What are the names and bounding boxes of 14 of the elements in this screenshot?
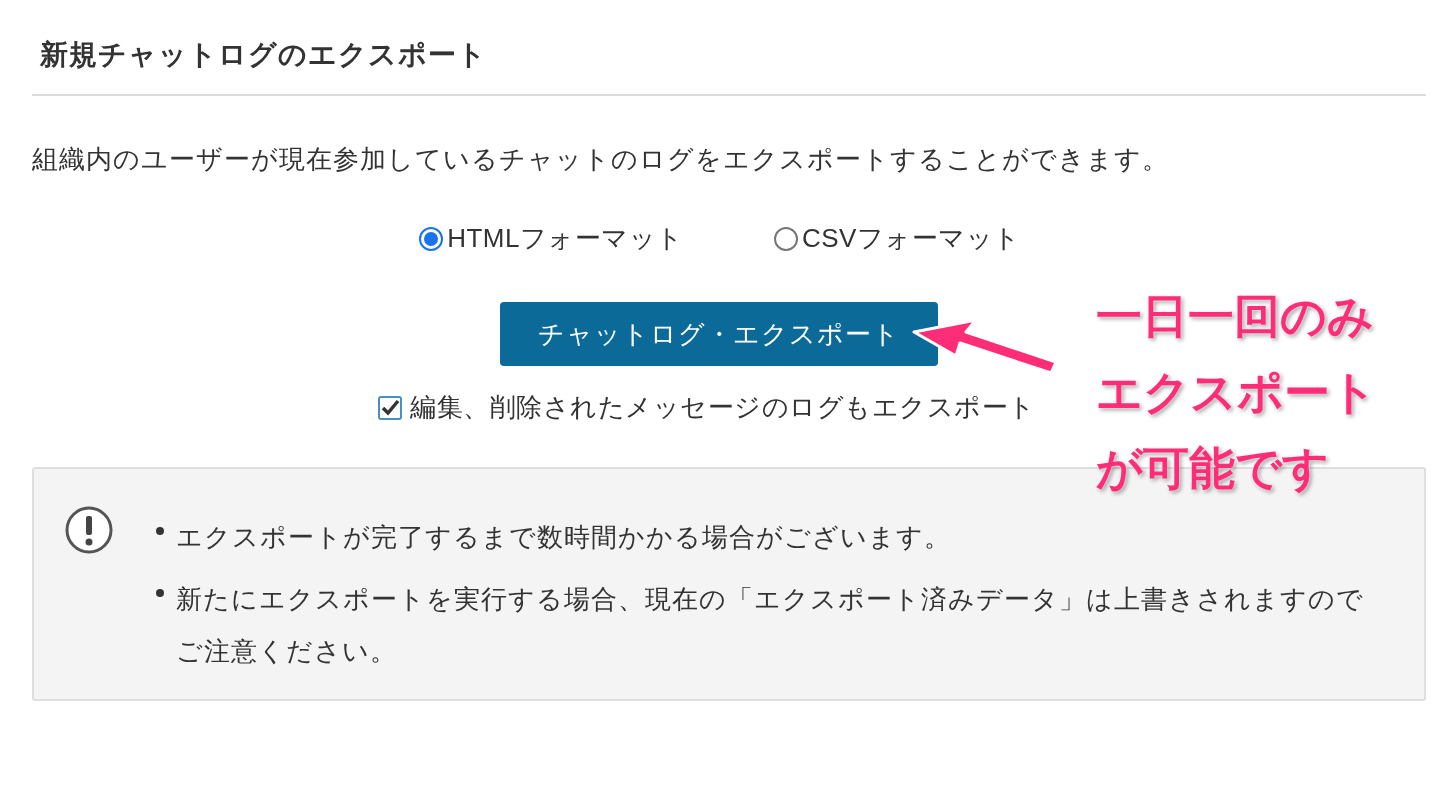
annotation-text: が可能です	[1096, 441, 1329, 496]
section-title: 新規チャットログのエクスポート	[39, 38, 487, 72]
annotation-text: エクスポート	[1096, 365, 1377, 420]
warning-icon	[64, 505, 114, 555]
format-radio[interactable]: HTMLフォーマット	[419, 219, 684, 258]
bullet-icon	[156, 589, 164, 597]
include-edited-checkbox[interactable]: 編集、削除されたメッセージのログもエクスポート	[378, 388, 1036, 427]
bullet-icon	[156, 527, 164, 535]
annotation-text: 一日一回のみ	[1096, 289, 1374, 344]
notice-text: エクスポートが完了するまで数時間かかる場合がございます。	[176, 521, 952, 554]
format-radio[interactable]: CSVフォーマット	[773, 219, 1021, 258]
description: 組織内のユーザーが現在参加しているチャットのログをエクスポートすることができます。	[32, 143, 1169, 176]
notice-text: 新たにエクスポートを実行する場合、現在の「エクスポート済みデータ」は上書きされますのでご注意ください。	[176, 583, 1365, 668]
export-button[interactable]: チャットログ・エクスポート	[500, 302, 938, 366]
